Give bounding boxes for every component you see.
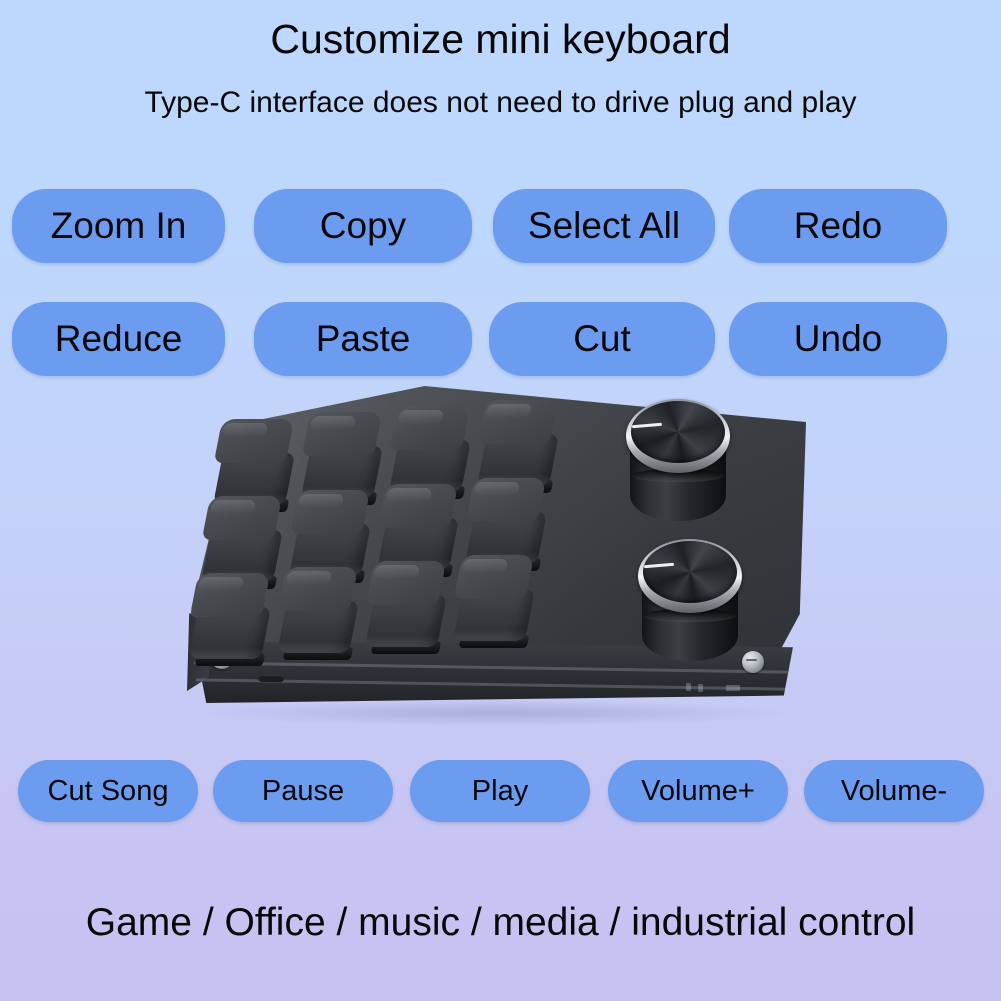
knob-face <box>643 541 737 603</box>
keycap-highlight <box>373 565 421 579</box>
shortcut-button-volume-plus[interactable]: Volume+ <box>608 760 788 822</box>
usb-c-port <box>257 674 285 683</box>
shortcut-button-copy[interactable]: Copy <box>254 189 472 263</box>
knob-face <box>631 401 725 463</box>
keycap-highlight <box>385 488 433 502</box>
shortcut-button-label: Paste <box>315 318 411 359</box>
keycap-highlight <box>209 500 257 514</box>
page-subtitle: Type-C interface does not need to drive … <box>144 86 857 119</box>
rotary-knob-1[interactable] <box>626 395 730 527</box>
page-title: Customize mini keyboard <box>270 16 731 62</box>
shortcut-button-zoom-in[interactable]: Zoom In <box>12 189 225 263</box>
keycap-highlight <box>309 416 357 430</box>
shortcut-button-reduce[interactable]: Reduce <box>12 302 225 376</box>
case-screw <box>742 651 764 673</box>
shortcut-button-play[interactable]: Play <box>410 760 590 822</box>
shortcut-button-label: Copy <box>319 205 407 246</box>
keycap-highlight <box>285 571 333 585</box>
shortcut-button-label: Reduce <box>54 318 183 359</box>
shortcut-button-volume-minus[interactable]: Volume- <box>804 760 984 822</box>
shortcut-button-label: Undo <box>793 318 883 359</box>
shortcut-button-label: Volume+ <box>641 775 755 807</box>
shortcut-button-label: Select All <box>527 205 681 246</box>
shortcut-button-label: Cut <box>573 318 631 359</box>
shortcut-button-label: Zoom In <box>50 205 187 246</box>
shortcut-button-cut[interactable]: Cut <box>489 302 715 376</box>
shortcut-button-label: Play <box>471 775 529 807</box>
shortcut-button-select-all[interactable]: Select All <box>493 189 715 263</box>
case-vent <box>726 685 740 691</box>
keycap-highlight <box>221 423 269 437</box>
keycap-highlight <box>397 410 445 424</box>
keycap-highlight <box>473 482 521 496</box>
shortcut-button-label: Redo <box>793 205 883 246</box>
product-infographic: Customize mini keyboard Type-C interface… <box>0 0 1001 1001</box>
page-footer: Game / Office / music / media / industri… <box>85 901 916 944</box>
keycap-highlight <box>197 577 245 591</box>
keycap-highlight <box>485 404 533 418</box>
rotary-knob-2[interactable] <box>638 535 742 667</box>
shortcut-button-redo[interactable]: Redo <box>729 189 947 263</box>
shortcut-button-label: Pause <box>261 775 345 807</box>
shortcut-button-undo[interactable]: Undo <box>729 302 947 376</box>
shortcut-button-paste[interactable]: Paste <box>254 302 472 376</box>
keycap-highlight <box>461 559 509 573</box>
shortcut-button-cut-song[interactable]: Cut Song <box>18 760 198 822</box>
shortcut-button-label: Cut Song <box>47 775 169 807</box>
shortcut-button-pause[interactable]: Pause <box>213 760 393 822</box>
mini-keyboard-device <box>186 383 806 738</box>
case-vent <box>698 684 703 692</box>
shortcut-button-label: Volume- <box>840 775 948 807</box>
keycap-highlight <box>297 494 345 508</box>
case-vent <box>686 683 691 691</box>
